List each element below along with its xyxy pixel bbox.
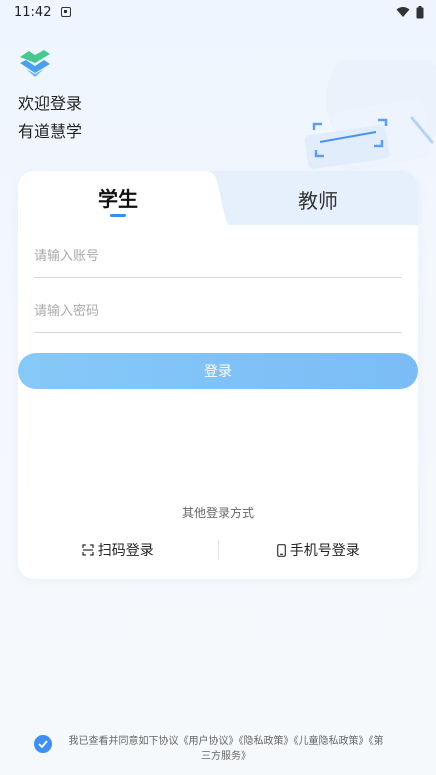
password-input[interactable] (34, 291, 402, 333)
agreement-link-privacy[interactable]: 《隐私政策》 (239, 736, 294, 747)
scan-icon (82, 544, 94, 556)
phone-login-button[interactable]: 手机号登录 (219, 540, 419, 560)
check-icon (38, 740, 48, 748)
agreement-text: 我已查看并同意如下协议《用户协议》《隐私政策》《儿童隐私政策》《第三方服务》 (66, 734, 386, 764)
agreement-checkbox[interactable] (34, 735, 52, 753)
other-login-row: 扫码登录 手机号登录 (18, 536, 418, 564)
status-right (396, 5, 424, 19)
status-bar: 11:42 (0, 0, 436, 24)
login-card: 学生 教师 登录 其他登录方式 扫码登录 手机号登录 (18, 171, 418, 579)
app-logo-icon (20, 50, 50, 77)
other-login-title: 其他登录方式 (181, 506, 254, 520)
welcome-text: 欢迎登录 有道慧学 (18, 90, 82, 146)
agreement-link-user[interactable]: 《用户协议》 (179, 736, 239, 747)
account-input[interactable] (34, 236, 402, 278)
phone-login-label: 手机号登录 (289, 543, 360, 559)
welcome-line-2: 有道慧学 (18, 122, 83, 141)
battery-icon (416, 5, 424, 18)
agreement-row: 我已查看并同意如下协议《用户协议》《隐私政策》《儿童隐私政策》《第三方服务》 (34, 734, 394, 764)
notification-icon (61, 7, 72, 17)
status-left: 11:42 (14, 4, 72, 20)
tab-active-indicator (110, 214, 126, 217)
agreement-prefix: 我已查看并同意如下协议 (68, 736, 179, 747)
scan-login-button[interactable]: 扫码登录 (18, 540, 218, 560)
login-button[interactable]: 登录 (18, 353, 418, 389)
status-time: 11:42 (14, 4, 52, 20)
tab-student[interactable]: 学生 (98, 183, 138, 212)
scan-login-label: 扫码登录 (97, 543, 154, 559)
wifi-icon (396, 7, 410, 17)
agreement-link-child-privacy[interactable]: 《儿童隐私政策》 (294, 736, 369, 747)
welcome-line-1: 欢迎登录 (18, 94, 83, 113)
phone-icon (276, 543, 286, 557)
tab-teacher[interactable]: 教师 (298, 185, 338, 214)
